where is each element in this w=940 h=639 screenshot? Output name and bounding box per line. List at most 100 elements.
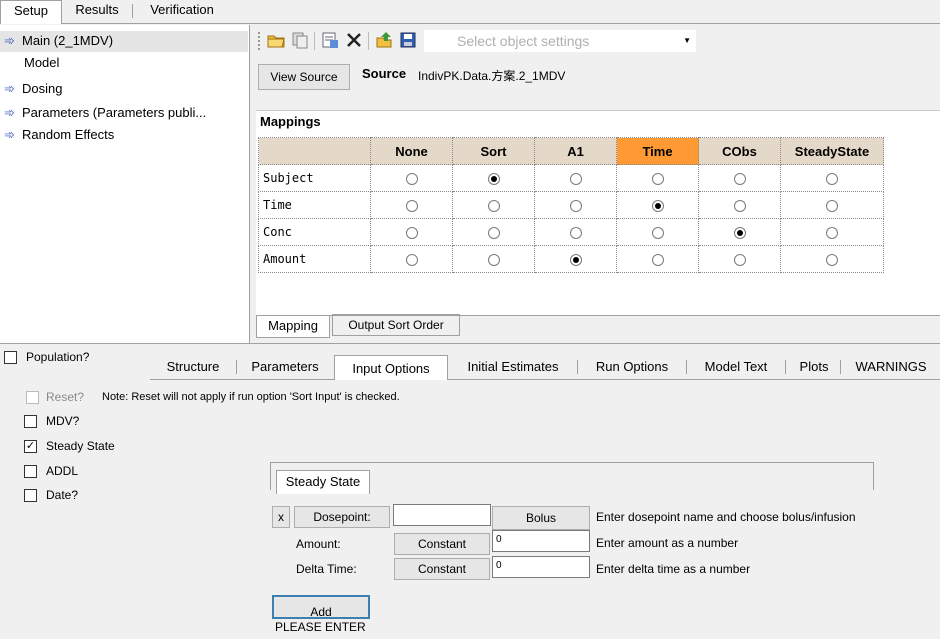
dosepoint-hint: Enter dosepoint name and choose bolus/in…: [596, 510, 856, 524]
delete-icon[interactable]: [344, 30, 364, 50]
map-radio[interactable]: [733, 199, 746, 212]
map-radio[interactable]: [569, 199, 582, 212]
tab-parameters[interactable]: Parameters: [238, 357, 332, 379]
remove-dosepoint-button[interactable]: x: [272, 506, 290, 528]
map-radio[interactable]: [405, 253, 418, 266]
import-settings-icon[interactable]: [374, 30, 394, 50]
tab-results[interactable]: Results: [64, 0, 130, 22]
population-checkbox[interactable]: [4, 351, 17, 364]
date-label: Date?: [46, 488, 79, 502]
table-row: Amount: [258, 245, 884, 273]
mappings-grid: None Sort A1 Time CObs SteadyState Subje…: [258, 137, 884, 273]
row-label-subject: Subject: [258, 164, 371, 192]
tab-divider: [840, 360, 841, 374]
col-header-none[interactable]: None: [370, 137, 453, 165]
tree-item-random-effects[interactable]: ➾ Random Effects: [4, 125, 114, 145]
map-radio[interactable]: [733, 253, 746, 266]
map-radio[interactable]: [826, 226, 838, 239]
arrow-icon: ➾: [4, 127, 15, 142]
map-radio[interactable]: [651, 199, 664, 212]
tree-item-main[interactable]: ➾ Main (2_1MDV): [4, 31, 113, 51]
amount-field[interactable]: 0: [492, 530, 590, 552]
map-radio[interactable]: [487, 253, 500, 266]
map-radio[interactable]: [487, 199, 500, 212]
map-radio[interactable]: [569, 226, 582, 239]
steady-state-label: Steady State: [46, 439, 115, 453]
tab-verification[interactable]: Verification: [136, 0, 228, 22]
tab-steady-state[interactable]: Steady State: [276, 470, 370, 494]
col-header-sort[interactable]: Sort: [452, 137, 535, 165]
properties-icon[interactable]: [320, 30, 340, 50]
arrow-icon: ➾: [4, 33, 15, 48]
map-radio[interactable]: [826, 172, 838, 185]
map-radio[interactable]: [569, 253, 582, 266]
col-header-cobs[interactable]: CObs: [698, 137, 781, 165]
tab-mapping[interactable]: Mapping: [256, 316, 330, 338]
row-label-amount: Amount: [258, 245, 371, 273]
tab-input-options[interactable]: Input Options: [334, 355, 448, 380]
amount-label: Amount:: [296, 537, 341, 551]
dosepoint-button[interactable]: Dosepoint:: [294, 506, 390, 528]
toolbar-separator: [368, 32, 369, 50]
col-header-time[interactable]: Time: [616, 137, 699, 165]
tab-divider: [577, 360, 578, 374]
map-radio[interactable]: [733, 226, 746, 239]
map-radio[interactable]: [826, 253, 838, 266]
object-settings-select[interactable]: Select object settings ▼: [424, 30, 696, 52]
map-radio[interactable]: [651, 172, 664, 185]
tab-divider: [132, 4, 133, 18]
date-checkbox[interactable]: [24, 489, 37, 502]
map-radio[interactable]: [826, 199, 838, 212]
reset-note: Note: Reset will not apply if run option…: [102, 391, 400, 403]
map-radio[interactable]: [405, 172, 418, 185]
steady-state-checkbox[interactable]: ✓: [24, 440, 37, 453]
table-row: Time: [258, 191, 884, 219]
col-header-steadystate[interactable]: SteadyState: [780, 137, 884, 165]
copy-icon[interactable]: [290, 30, 310, 50]
checkmark-icon: ✓: [25, 440, 36, 452]
source-value: IndivPK.Data.方案.2_1MDV: [418, 69, 566, 83]
reset-checkbox[interactable]: [26, 391, 39, 404]
col-header-a1[interactable]: A1: [534, 137, 617, 165]
map-radio[interactable]: [569, 172, 582, 185]
tab-warnings[interactable]: WARNINGS: [842, 357, 940, 379]
map-radio[interactable]: [405, 226, 418, 239]
map-radio[interactable]: [487, 226, 500, 239]
map-radio[interactable]: [651, 226, 664, 239]
dosepoint-field[interactable]: [393, 504, 491, 526]
open-folder-icon[interactable]: [266, 30, 286, 50]
bolus-button[interactable]: Bolus: [492, 506, 590, 530]
toolbar-grip: [258, 32, 261, 50]
add-button[interactable]: Add: [272, 595, 370, 619]
tab-run-options[interactable]: Run Options: [580, 357, 684, 379]
bottom-divider: [0, 343, 940, 344]
tab-model-text[interactable]: Model Text: [688, 357, 784, 379]
delta-time-label: Delta Time:: [296, 562, 357, 576]
tree-item-dosing[interactable]: ➾ Dosing: [4, 79, 62, 99]
map-radio[interactable]: [651, 253, 664, 266]
mdv-checkbox[interactable]: [24, 415, 37, 428]
arrow-icon: ➾: [4, 81, 15, 96]
status-text: PLEASE ENTER: [275, 620, 366, 634]
table-row: Subject: [258, 164, 884, 192]
delta-time-constant-button[interactable]: Constant: [394, 558, 490, 580]
tree-item-parameters[interactable]: ➾ Parameters (Parameters publi...: [4, 103, 206, 123]
map-radio[interactable]: [405, 199, 418, 212]
amount-constant-button[interactable]: Constant: [394, 533, 490, 555]
tab-initial-estimates[interactable]: Initial Estimates: [452, 357, 574, 379]
chevron-down-icon: ▼: [683, 36, 691, 45]
view-source-button[interactable]: View Source: [258, 64, 350, 90]
row-label-conc: Conc: [258, 218, 371, 246]
delta-time-field[interactable]: 0: [492, 556, 590, 578]
tab-structure[interactable]: Structure: [150, 357, 236, 379]
tab-setup[interactable]: Setup: [0, 0, 62, 24]
save-settings-icon[interactable]: [398, 30, 418, 50]
map-radio[interactable]: [733, 172, 746, 185]
tree-item-model[interactable]: Model: [24, 53, 59, 73]
tab-output-sort-order[interactable]: Output Sort Order: [332, 314, 460, 336]
tab-plots[interactable]: Plots: [788, 357, 840, 379]
population-label: Population?: [26, 350, 90, 364]
map-radio[interactable]: [487, 172, 500, 185]
toolbar-separator: [314, 32, 315, 50]
addl-checkbox[interactable]: [24, 465, 37, 478]
